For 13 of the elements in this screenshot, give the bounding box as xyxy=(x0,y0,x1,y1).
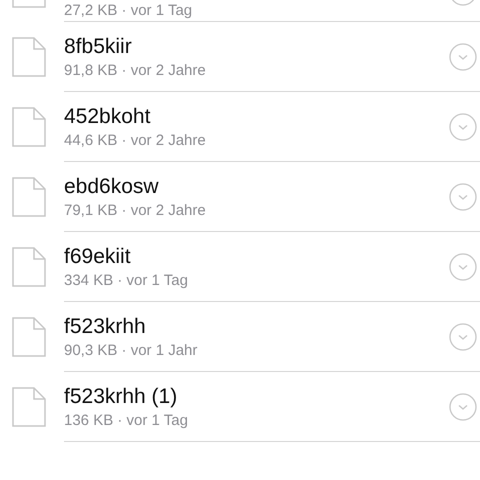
file-name: f69ekiit xyxy=(64,244,132,270)
file-name: 452bkoht xyxy=(64,104,152,130)
file-details: 90,3 KB · vor 1 Jahr xyxy=(64,340,198,360)
file-details: 79,1 KB · vor 2 Jahre xyxy=(64,200,207,220)
file-details: 91,8 KB · vor 2 Jahre xyxy=(64,60,207,80)
file-name: ebd6kosw xyxy=(64,174,160,200)
file-name: 8fb5kiir xyxy=(64,34,133,60)
file-name: f523krhh (1) xyxy=(64,384,178,410)
file-details: 27,2 KB · vor 1 Tag xyxy=(64,1,194,20)
file-details: 334 KB · vor 1 Tag xyxy=(64,270,189,290)
file-details: 44,6 KB · vor 2 Jahre xyxy=(64,130,207,150)
file-details: 136 KB · vor 1 Tag xyxy=(64,410,189,430)
file-name: f523krhh xyxy=(64,314,147,340)
